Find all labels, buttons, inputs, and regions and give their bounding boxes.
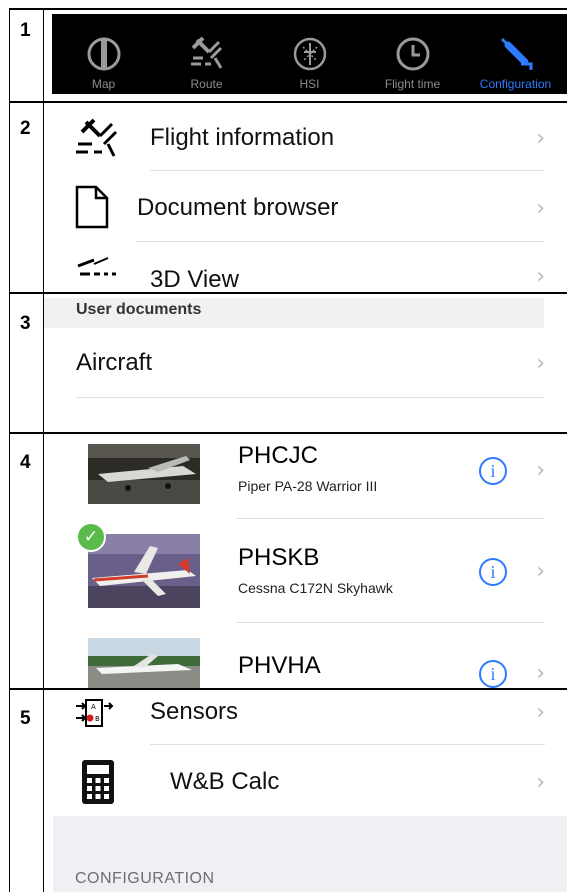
- tab-route[interactable]: Route: [155, 14, 258, 94]
- annotated-screenshot: 1 2 3 4 5 Map Route HSI Flight time Conf…: [0, 0, 567, 892]
- tab-map[interactable]: Map: [52, 14, 155, 94]
- wb-calc-row[interactable]: W&B Calc ›: [44, 752, 567, 812]
- sensors-label: Sensors: [150, 698, 239, 725]
- user-documents-header: User documents: [44, 298, 544, 328]
- wb-calc-label: W&B Calc: [170, 768, 280, 795]
- aircraft-list-item[interactable]: PHVHA i ›: [44, 630, 567, 688]
- info-icon[interactable]: i: [479, 558, 507, 586]
- tab-hsi-label: HSI: [299, 77, 320, 91]
- aircraft-list-item[interactable]: ✓ PHSKB Cessna C172N Skyhawk i ›: [44, 522, 567, 622]
- section-number-4: 4: [20, 452, 31, 473]
- aircraft-registration: PHVHA: [238, 652, 321, 679]
- row-separator: [76, 397, 545, 398]
- 3d-view-label: 3D View: [150, 266, 239, 292]
- document-icon: [75, 185, 109, 229]
- chevron-right-icon: ›: [536, 559, 545, 584]
- grid-line-3-4: [9, 432, 567, 434]
- clock-icon: [396, 37, 429, 71]
- grid-line-left: [9, 8, 10, 892]
- tab-flight-time-label: Flight time: [384, 77, 441, 91]
- chevron-right-icon: ›: [536, 125, 545, 151]
- tab-map-label: Map: [91, 77, 116, 91]
- section-number-1: 1: [20, 20, 31, 41]
- configuration-footer: CONFIGURATION: [53, 816, 567, 892]
- aircraft-thumbnail: [88, 638, 200, 688]
- tab-configuration-label: Configuration: [479, 77, 552, 91]
- flight-information-row[interactable]: Flight information ›: [44, 110, 567, 166]
- grid-line-2-3: [9, 292, 567, 294]
- aircraft-registration: PHCJC: [238, 442, 319, 469]
- chevron-right-icon: ›: [536, 458, 545, 483]
- configuration-footer-label: CONFIGURATION: [75, 870, 215, 887]
- aircraft-thumbnail: [88, 444, 200, 504]
- wrench-icon: [500, 38, 532, 70]
- chevron-right-icon: ›: [536, 195, 545, 221]
- svg-text:A: A: [91, 703, 96, 711]
- chevron-right-icon: ›: [536, 264, 545, 289]
- grid-line-1-2: [9, 101, 567, 103]
- info-icon[interactable]: i: [479, 457, 507, 485]
- grid-line-top: [9, 8, 567, 10]
- row-separator: [150, 744, 545, 745]
- row-separator: [136, 241, 545, 242]
- user-documents-header-label: User documents: [76, 301, 202, 318]
- 3d-view-icon: [77, 257, 116, 276]
- row-separator: [150, 170, 545, 171]
- chevron-right-icon: ›: [536, 350, 545, 376]
- section-number-5: 5: [20, 708, 31, 729]
- document-browser-row[interactable]: Document browser ›: [44, 180, 567, 236]
- calculator-icon: [82, 760, 114, 804]
- tab-route-label: Route: [190, 77, 223, 91]
- sensors-icon: A B: [76, 699, 114, 727]
- chevron-right-icon: ›: [536, 699, 545, 725]
- aircraft-row[interactable]: Aircraft ›: [44, 338, 567, 388]
- tab-flight-time[interactable]: Flight time: [361, 14, 464, 94]
- route-icon: [76, 118, 118, 157]
- aircraft-model: Cessna C172N Skyhawk: [238, 580, 393, 596]
- 3d-view-row[interactable]: 3D View ›: [44, 248, 567, 292]
- aircraft-list-item[interactable]: PHCJC Piper PA-28 Warrior III i ›: [44, 438, 567, 514]
- section-number-2: 2: [20, 118, 31, 139]
- tab-hsi[interactable]: HSI: [258, 14, 361, 94]
- aircraft-registration: PHSKB: [238, 544, 320, 571]
- hsi-icon: [293, 37, 326, 71]
- svg-text:B: B: [95, 715, 100, 723]
- chevron-right-icon: ›: [536, 661, 545, 686]
- aircraft-thumbnail: [88, 534, 200, 608]
- tab-configuration[interactable]: Configuration: [464, 14, 567, 94]
- selected-check-icon: ✓: [76, 522, 106, 552]
- document-browser-label: Document browser: [137, 194, 339, 221]
- aircraft-label: Aircraft: [76, 349, 153, 376]
- row-separator: [236, 518, 545, 519]
- aircraft-model: Piper PA-28 Warrior III: [238, 478, 378, 494]
- sensors-row[interactable]: A B Sensors ›: [44, 690, 567, 734]
- flight-information-label: Flight information: [150, 124, 335, 151]
- chevron-right-icon: ›: [536, 769, 545, 795]
- map-icon: [87, 37, 120, 71]
- row-separator: [236, 622, 545, 623]
- tab-bar: Map Route HSI Flight time Configuration: [52, 14, 567, 94]
- route-icon: [190, 36, 222, 69]
- info-icon[interactable]: i: [479, 660, 507, 688]
- section-number-3: 3: [20, 313, 31, 334]
